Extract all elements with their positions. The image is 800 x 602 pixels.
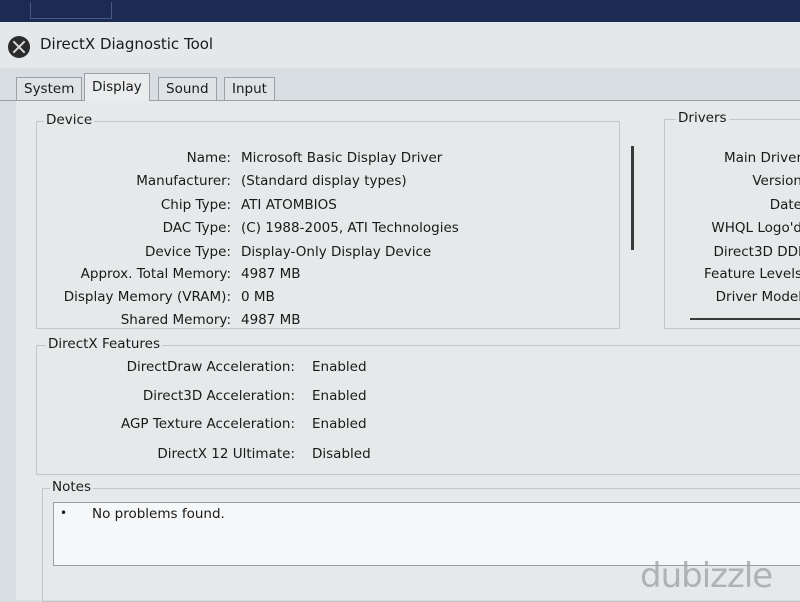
drivers-row: Feature Levels <box>0 266 800 284</box>
feature-row-agp: AGP Texture Acceleration: Enabled <box>0 416 800 434</box>
tab-input[interactable]: Input <box>224 77 275 100</box>
feature-value: Enabled <box>312 388 367 404</box>
dubizzle-watermark: dubizzle <box>640 556 773 596</box>
drivers-row: WHQL Logo'd <box>0 220 800 238</box>
drivers-label: Main Driver <box>723 150 800 166</box>
desktop-strip <box>0 0 800 22</box>
drivers-row: Direct3D DDI <box>0 244 800 262</box>
drivers-label: Version <box>752 173 800 189</box>
tab-display[interactable]: Display <box>84 73 150 101</box>
device-label: Shared Memory: <box>120 312 231 328</box>
title-bar[interactable]: DirectX Diagnostic Tool <box>0 22 800 68</box>
drivers-row: Version <box>0 173 800 191</box>
drivers-row: Date <box>0 197 800 215</box>
feature-label: AGP Texture Acceleration: <box>120 416 295 432</box>
notes-group-title: Notes <box>50 479 93 495</box>
drivers-label: Feature Levels <box>704 266 800 282</box>
drivers-label: Driver Model <box>715 289 800 305</box>
tab-system[interactable]: System <box>16 77 83 100</box>
drivers-label: WHQL Logo'd <box>711 220 800 236</box>
tab-sound[interactable]: Sound <box>158 77 217 100</box>
feature-label: DirectX 12 Ultimate: <box>157 446 295 462</box>
drivers-row: Main Driver <box>0 150 800 168</box>
device-group-title: Device <box>44 112 95 128</box>
feature-label: Direct3D Acceleration: <box>142 388 295 404</box>
feature-value: Enabled <box>312 359 367 375</box>
features-group-title: DirectX Features <box>46 336 163 352</box>
drivers-group-title: Drivers <box>676 110 729 126</box>
feature-row-dx12-ultimate: DirectX 12 Ultimate: Disabled <box>0 446 800 464</box>
background-window-edge <box>30 2 112 19</box>
directx-x-icon <box>8 36 30 58</box>
feature-row-directdraw: DirectDraw Acceleration: Enabled <box>0 359 800 377</box>
feature-row-direct3d: Direct3D Acceleration: Enabled <box>0 388 800 406</box>
tab-strip: System Display Sound Input <box>0 68 800 101</box>
notes-bullet: • <box>60 506 68 520</box>
feature-value: Disabled <box>312 446 371 462</box>
notes-text: No problems found. <box>92 506 225 522</box>
feature-label: DirectDraw Acceleration: <box>126 359 295 375</box>
device-value: 4987 MB <box>241 312 301 328</box>
drivers-label: Date <box>769 197 800 213</box>
drivers-label: Direct3D DDI <box>713 244 800 260</box>
drivers-field-underline <box>690 318 800 320</box>
drivers-row: Driver Model <box>0 289 800 307</box>
window-title: DirectX Diagnostic Tool <box>40 35 214 53</box>
feature-value: Enabled <box>312 416 367 432</box>
